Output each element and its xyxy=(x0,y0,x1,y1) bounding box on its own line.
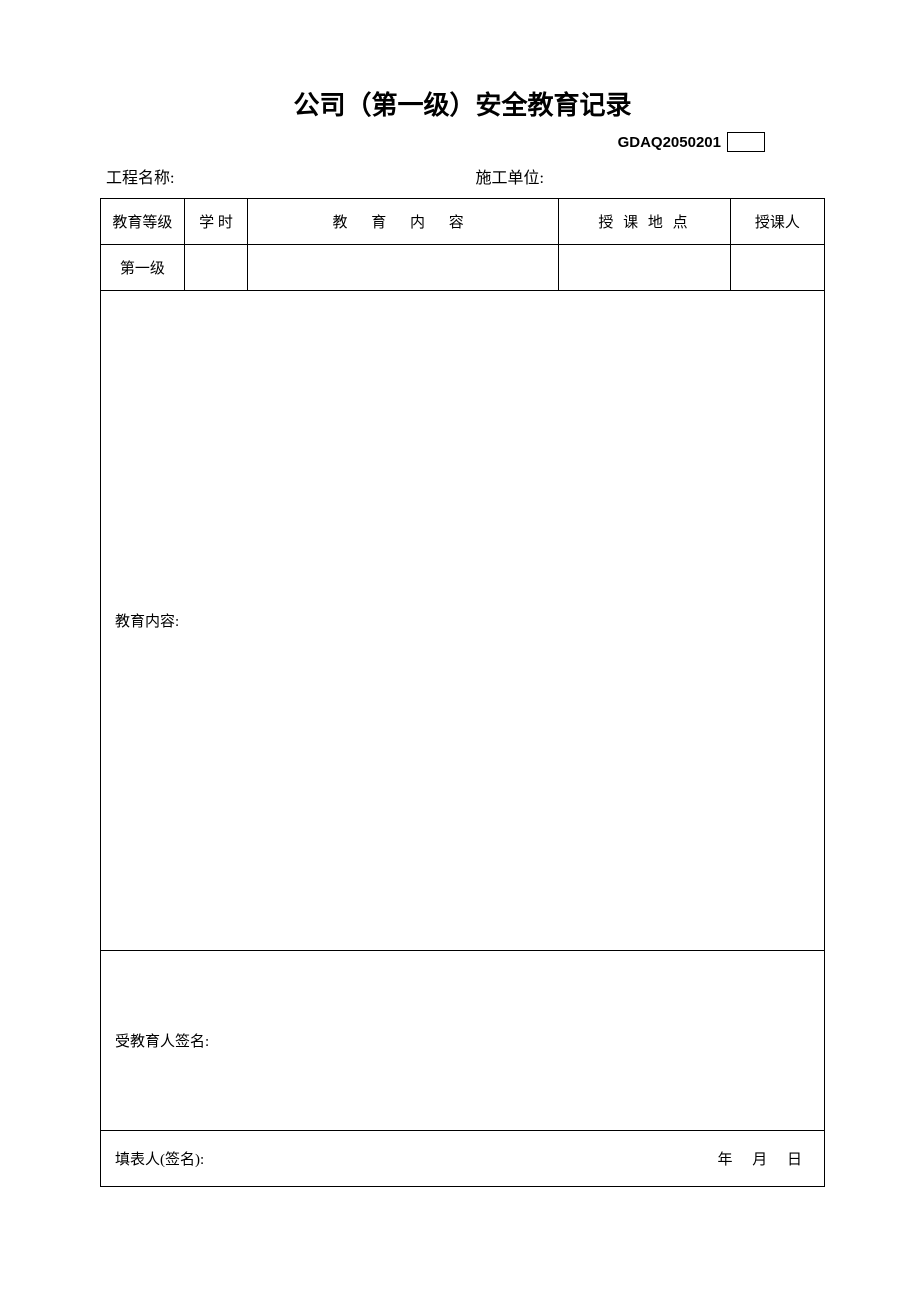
signature-row: 受教育人签名: xyxy=(101,951,825,1131)
cell-location[interactable] xyxy=(559,245,731,291)
project-name-label: 工程名称: xyxy=(106,164,456,188)
cell-hours[interactable] xyxy=(184,245,247,291)
construction-unit-label: 施工单位: xyxy=(456,164,826,188)
header-location: 授 课 地 点 xyxy=(559,199,731,245)
day-label: 日 xyxy=(787,1152,802,1168)
education-content-label: 教育内容: xyxy=(115,614,179,630)
form-table: 教育等级 学 时 教 育 内 容 授 课 地 点 授课人 第一级 教育内容: 受… xyxy=(100,198,825,1187)
trainee-signature-area[interactable]: 受教育人签名: xyxy=(101,951,825,1131)
table-header-row: 教育等级 学 时 教 育 内 容 授 课 地 点 授课人 xyxy=(101,199,825,245)
header-education-level: 教育等级 xyxy=(101,199,185,245)
month-label: 月 xyxy=(752,1152,767,1168)
trainee-signature-label: 受教育人签名: xyxy=(115,1034,209,1050)
page-title: 公司（第一级）安全教育记录 xyxy=(100,85,825,122)
doc-code-row: GDAQ2050201 xyxy=(100,132,825,152)
header-content: 教 育 内 容 xyxy=(248,199,559,245)
header-hours: 学 时 xyxy=(184,199,247,245)
footer-cell: 填表人(签名): 年 月 日 xyxy=(101,1131,825,1187)
date-area: 年 月 日 xyxy=(709,1148,810,1169)
header-teacher: 授课人 xyxy=(730,199,824,245)
cell-level: 第一级 xyxy=(101,245,185,291)
cell-content[interactable] xyxy=(248,245,559,291)
table-data-row: 第一级 xyxy=(101,245,825,291)
cell-teacher[interactable] xyxy=(730,245,824,291)
page: 公司（第一级）安全教育记录 GDAQ2050201 工程名称: 施工单位: 教育… xyxy=(0,0,920,1247)
year-label: 年 xyxy=(717,1152,732,1168)
footer-row: 填表人(签名): 年 月 日 xyxy=(101,1131,825,1187)
doc-code-input-box[interactable] xyxy=(727,132,765,152)
info-row: 工程名称: 施工单位: xyxy=(100,164,825,188)
content-row: 教育内容: xyxy=(101,291,825,951)
filler-signature-label: 填表人(签名): xyxy=(115,1148,204,1169)
education-content-area[interactable]: 教育内容: xyxy=(101,291,825,951)
doc-code: GDAQ2050201 xyxy=(618,134,721,151)
